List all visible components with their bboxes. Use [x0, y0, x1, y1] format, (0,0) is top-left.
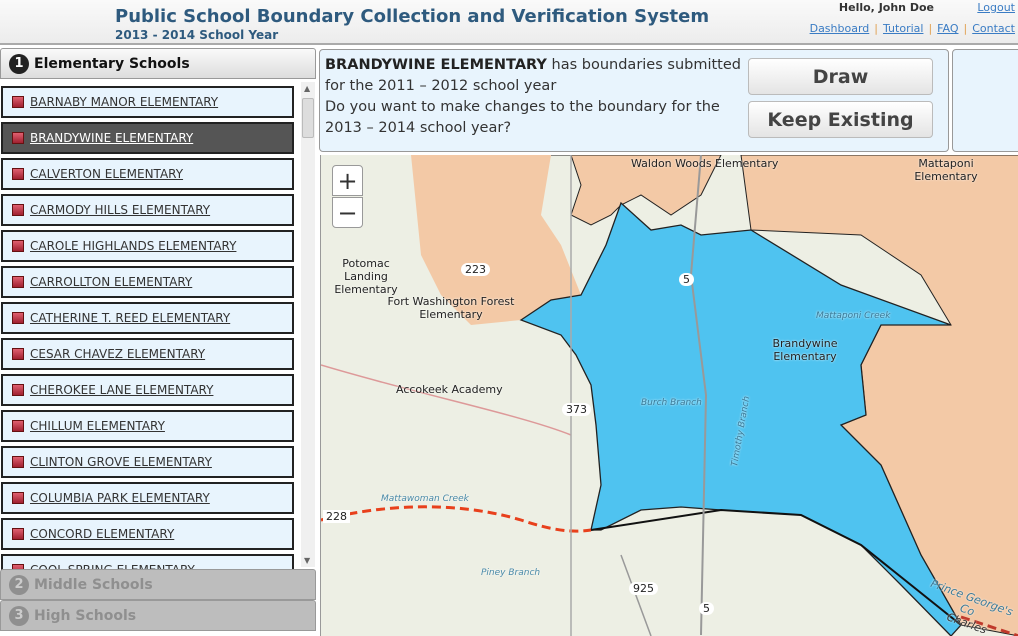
school-list: BARNABY MANOR ELEMENTARY BRANDYWINE ELEME…: [0, 82, 300, 602]
route-shield: 228: [323, 510, 350, 523]
school-link[interactable]: BRANDYWINE ELEMENTARY: [30, 131, 193, 145]
route-shield: 925: [629, 582, 658, 595]
school-status-icon: [12, 204, 24, 216]
divider: |: [874, 22, 878, 35]
section-middle-header[interactable]: 2 Middle Schools: [0, 569, 316, 600]
school-list-item[interactable]: CHEROKEE LANE ELEMENTARY: [1, 374, 294, 406]
school-sidebar: 1 Elementary Schools BARNABY MANOR ELEMEN…: [0, 48, 316, 636]
route-shield: 373: [562, 403, 591, 416]
map-label: Mattaponi Elementary: [914, 157, 978, 183]
school-status-icon: [12, 240, 24, 252]
school-list-item[interactable]: COLUMBIA PARK ELEMENTARY: [1, 482, 294, 514]
nav-contact[interactable]: Contact: [972, 22, 1015, 35]
map-label: Piney Branch: [481, 568, 541, 578]
top-nav: Dashboard | Tutorial | FAQ | Contact: [810, 22, 1015, 35]
scroll-down-icon[interactable]: ▼: [304, 556, 310, 565]
map-label: Potomac Landing Elementary: [334, 257, 398, 296]
school-link[interactable]: COLUMBIA PARK ELEMENTARY: [30, 491, 210, 505]
school-link[interactable]: CLINTON GROVE ELEMENTARY: [30, 455, 212, 469]
route-shield: 5: [679, 273, 694, 286]
school-list-item[interactable]: CARMODY HILLS ELEMENTARY: [1, 194, 294, 226]
keep-existing-button[interactable]: Keep Existing: [748, 101, 933, 138]
route-shield: 5: [699, 602, 714, 615]
school-link[interactable]: CAROLE HIGHLANDS ELEMENTARY: [30, 239, 236, 253]
school-status-icon: [12, 276, 24, 288]
scroll-thumb[interactable]: [302, 98, 314, 138]
draw-button[interactable]: Draw: [748, 58, 933, 95]
school-status-icon: [12, 384, 24, 396]
section-label: Elementary Schools: [34, 55, 190, 72]
school-status-icon: [12, 456, 24, 468]
map-label: Waldon Woods Elementary: [631, 157, 779, 170]
map-label: Mattaponi Creek: [816, 311, 891, 321]
school-link[interactable]: BARNABY MANOR ELEMENTARY: [30, 95, 218, 109]
school-list-item[interactable]: BARNABY MANOR ELEMENTARY: [1, 86, 294, 118]
map-label: Accokeek Academy: [396, 383, 503, 396]
zoom-in-button[interactable]: +: [332, 165, 363, 196]
school-status-icon: [12, 528, 24, 540]
step-number: 2: [9, 574, 29, 595]
nav-faq[interactable]: FAQ: [937, 22, 958, 35]
school-list-item[interactable]: CESAR CHAVEZ ELEMENTARY: [1, 338, 294, 370]
logout-link[interactable]: Logout: [977, 1, 1015, 14]
school-list-item[interactable]: CLINTON GROVE ELEMENTARY: [1, 446, 294, 478]
section-label: High Schools: [34, 607, 137, 624]
school-year: 2013 - 2014 School Year: [115, 28, 279, 42]
school-link[interactable]: CONCORD ELEMENTARY: [30, 527, 174, 541]
school-list-item[interactable]: CONCORD ELEMENTARY: [1, 518, 294, 550]
map-label: Fort Washington Forest Elementary: [387, 295, 515, 321]
step-number: 1: [9, 53, 29, 74]
school-status-icon: [12, 420, 24, 432]
school-list-item[interactable]: CAROLE HIGHLANDS ELEMENTARY: [1, 230, 294, 262]
app-title: Public School Boundary Collection and Ve…: [115, 6, 710, 27]
school-link[interactable]: CATHERINE T. REED ELEMENTARY: [30, 311, 230, 325]
school-list-item[interactable]: BRANDYWINE ELEMENTARY: [1, 122, 294, 154]
section-elementary-header[interactable]: 1 Elementary Schools: [0, 48, 316, 79]
school-list-item[interactable]: CALVERTON ELEMENTARY: [1, 158, 294, 190]
info-panel: [952, 49, 1018, 152]
school-status-icon: [12, 96, 24, 108]
school-status-icon: [12, 132, 24, 144]
scrollbar[interactable]: ▲ ▼: [301, 82, 315, 567]
school-link[interactable]: CARMODY HILLS ELEMENTARY: [30, 203, 210, 217]
map[interactable]: + − Waldon Woods Elementary Mattaponi El…: [320, 155, 1018, 636]
school-list-item[interactable]: CATHERINE T. REED ELEMENTARY: [1, 302, 294, 334]
scroll-up-icon[interactable]: ▲: [304, 84, 310, 93]
prompt-line2: Do you want to make changes to the bound…: [325, 99, 720, 136]
route-shield: 223: [461, 263, 490, 276]
boundary-prompt: BRANDYWINE ELEMENTARY has boundaries sub…: [319, 49, 949, 152]
school-status-icon: [12, 312, 24, 324]
divider: |: [963, 22, 968, 35]
user-greeting: Hello, John Doe: [838, 1, 934, 14]
school-list-item[interactable]: CARROLLTON ELEMENTARY: [1, 266, 294, 298]
nav-dashboard[interactable]: Dashboard: [810, 22, 870, 35]
school-link[interactable]: CALVERTON ELEMENTARY: [30, 167, 183, 181]
prompt-message: BRANDYWINE ELEMENTARY has boundaries sub…: [325, 55, 745, 139]
school-status-icon: [12, 168, 24, 180]
school-status-icon: [12, 348, 24, 360]
step-number: 3: [9, 605, 29, 626]
school-link[interactable]: CHEROKEE LANE ELEMENTARY: [30, 383, 213, 397]
school-link[interactable]: CHILLUM ELEMENTARY: [30, 419, 165, 433]
map-label: Burch Branch: [641, 398, 702, 408]
header: Public School Boundary Collection and Ve…: [0, 0, 1018, 45]
school-status-icon: [12, 492, 24, 504]
school-name: BRANDYWINE ELEMENTARY: [325, 57, 547, 73]
map-label: Brandywine Elementary: [772, 337, 838, 363]
map-label: Mattawoman Creek: [381, 494, 469, 504]
section-high-header[interactable]: 3 High Schools: [0, 600, 316, 631]
school-list-item[interactable]: CHILLUM ELEMENTARY: [1, 410, 294, 442]
school-link[interactable]: CARROLLTON ELEMENTARY: [30, 275, 192, 289]
divider: |: [928, 22, 933, 35]
section-label: Middle Schools: [34, 576, 153, 593]
zoom-out-button[interactable]: −: [332, 197, 363, 228]
school-link[interactable]: CESAR CHAVEZ ELEMENTARY: [30, 347, 205, 361]
nav-tutorial[interactable]: Tutorial: [883, 22, 923, 35]
